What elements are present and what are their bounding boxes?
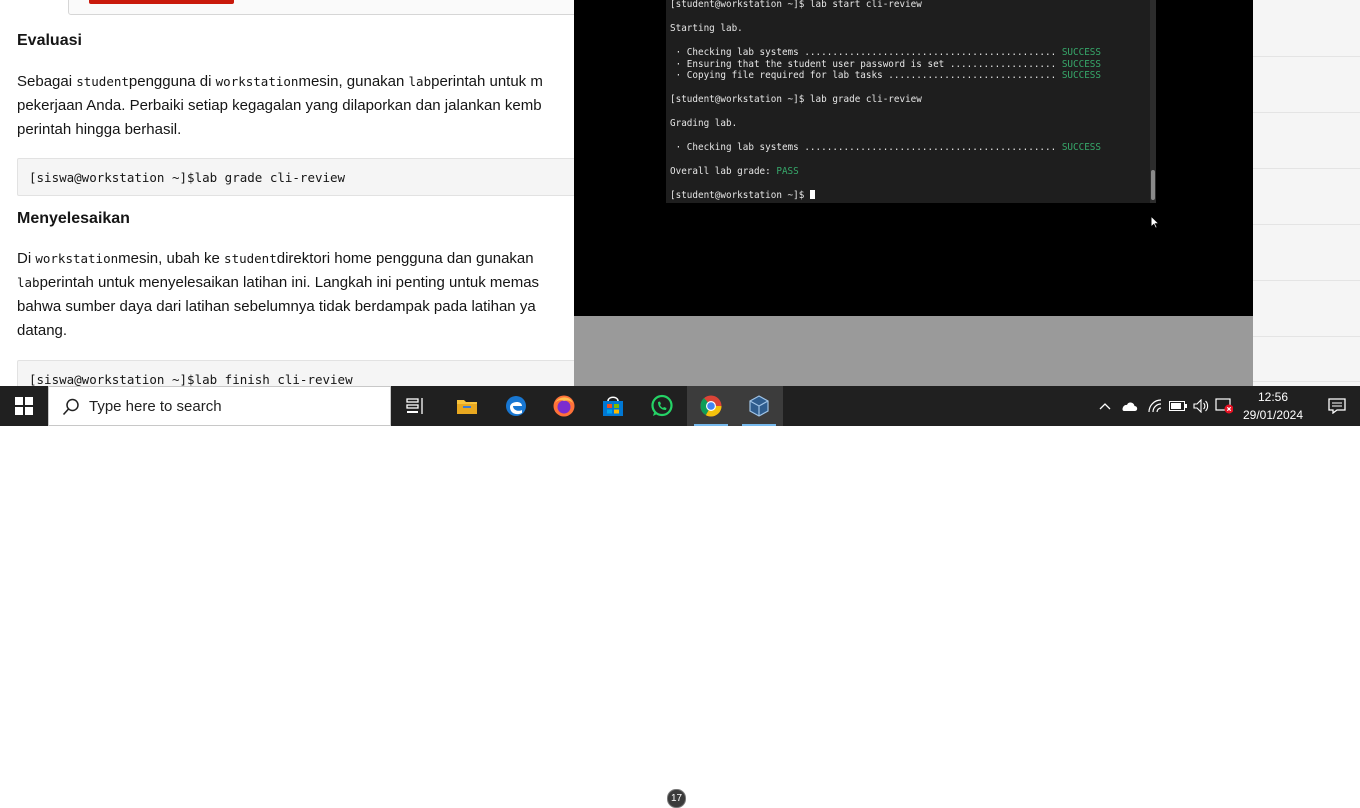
- clock-time: 12:56: [1257, 390, 1289, 404]
- edge-icon[interactable]: [492, 386, 540, 426]
- notification-icon[interactable]: [1313, 386, 1360, 426]
- mouse-pointer-icon: [1150, 215, 1160, 229]
- search-icon: [62, 398, 79, 416]
- system-clock[interactable]: 12:56 29/01/2024: [1237, 388, 1309, 424]
- file-explorer-icon[interactable]: [443, 386, 491, 426]
- scrollbar-thumb[interactable]: [1151, 170, 1155, 200]
- chrome-icon[interactable]: [687, 386, 735, 426]
- battery-icon[interactable]: [1167, 386, 1189, 426]
- clock-date: 29/01/2024: [1242, 408, 1304, 422]
- virtualbox-icon[interactable]: [735, 386, 783, 426]
- code-block-finish: [siswa@workstation ~]$lab finish cli-rev…: [17, 360, 637, 386]
- vm-window[interactable]: [student@workstation ~]$ lab start cli-r…: [574, 0, 1253, 386]
- terminal-scrollbar[interactable]: [1150, 0, 1156, 203]
- code-block-top: [68, 0, 590, 15]
- wifi-icon[interactable]: [1144, 386, 1166, 426]
- chevron-up-icon[interactable]: [1096, 386, 1114, 426]
- code-block-grade: [siswa@workstation ~]$lab grade cli-revi…: [17, 158, 637, 196]
- search-placeholder: Type here to search: [89, 398, 222, 415]
- security-icon[interactable]: [1213, 386, 1235, 426]
- onedrive-icon[interactable]: [1118, 386, 1140, 426]
- heading-evaluasi: Evaluasi: [17, 32, 82, 49]
- terminal[interactable]: [student@workstation ~]$ lab start cli-r…: [666, 0, 1156, 203]
- right-column: [1253, 0, 1360, 386]
- whatsapp-icon[interactable]: [638, 386, 686, 426]
- evaluasi-paragraph: Sebagai studentpengguna di workstationme…: [17, 73, 543, 138]
- terminal-cursor: [809, 189, 815, 199]
- heading-menyelesaikan: Menyelesaikan: [17, 210, 130, 227]
- microsoft-store-icon[interactable]: [589, 386, 637, 426]
- windows-start-icon[interactable]: [0, 386, 48, 426]
- red-button-fragment[interactable]: [89, 0, 234, 4]
- taskbar: Type here to search 17 12:56 29/01/2024: [0, 386, 1360, 808]
- menyelesaikan-paragraph: Di workstationmesin, ubah ke studentdire…: [17, 250, 540, 339]
- taskbar-search-box[interactable]: Type here to search: [48, 386, 391, 426]
- vm-window-bottom: [574, 316, 1253, 386]
- volume-icon[interactable]: [1190, 386, 1212, 426]
- task-view-icon[interactable]: [392, 386, 440, 426]
- whatsapp-badge: 17: [667, 789, 686, 808]
- firefox-icon[interactable]: [540, 386, 588, 426]
